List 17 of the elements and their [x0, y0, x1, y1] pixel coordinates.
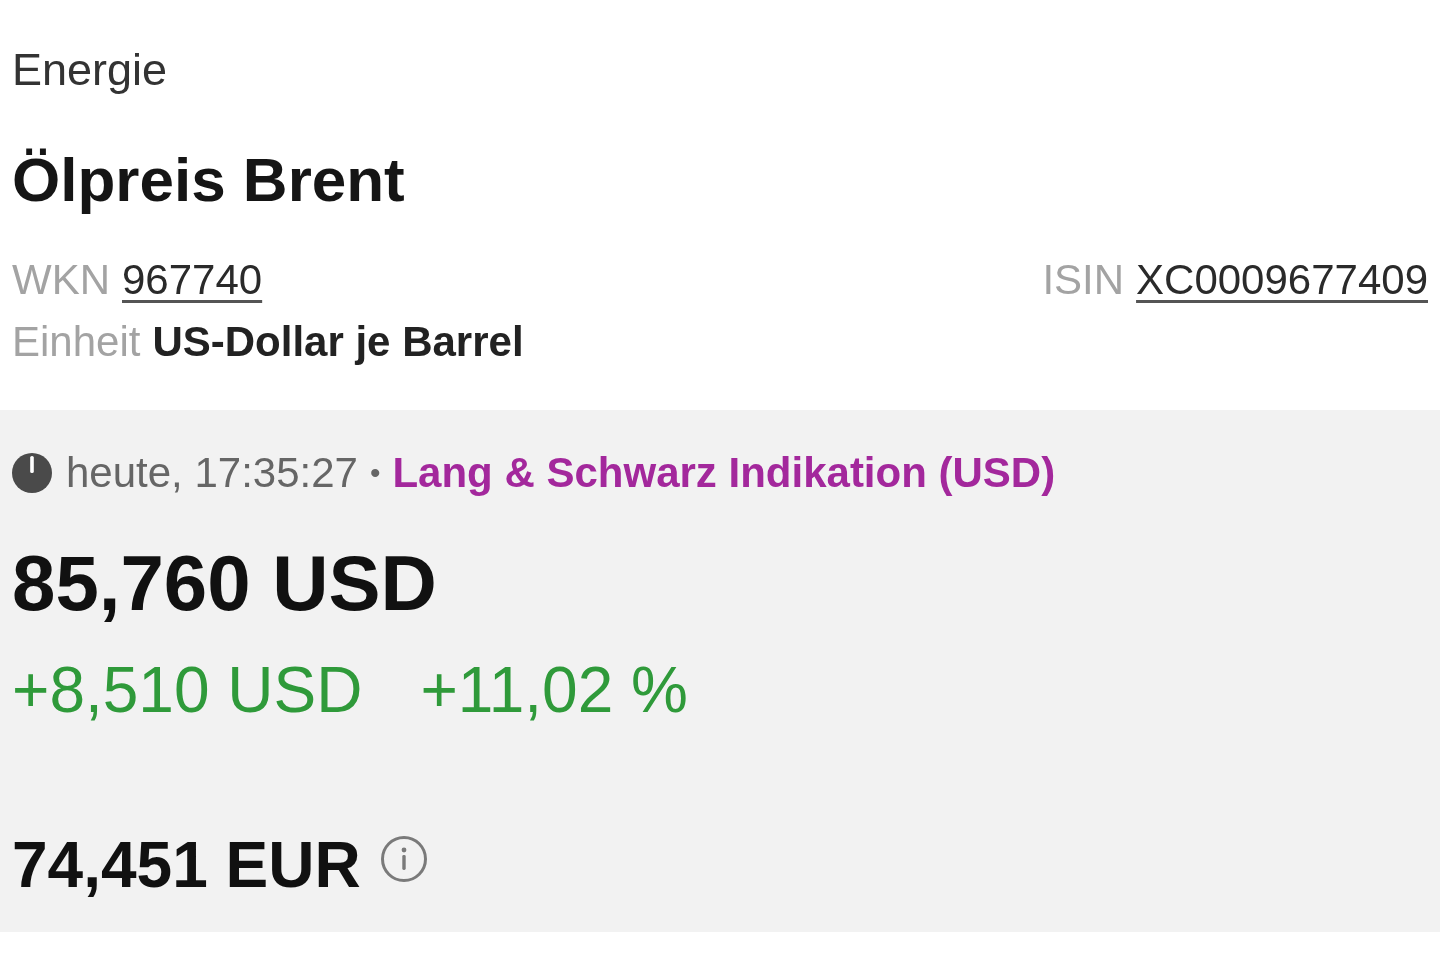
separator-dot: • [369, 455, 381, 491]
quote-time: heute, 17:35:27 [66, 449, 358, 497]
identifier-label: WKN [12, 255, 110, 305]
clock-icon [12, 453, 52, 493]
change-absolute: +8,510 USD [12, 655, 363, 725]
quote-source-link[interactable]: Lang & Schwarz Indikation (USD) [392, 449, 1056, 497]
instrument-title: Ölpreis Brent [12, 148, 405, 212]
identifier-link[interactable]: XC0009677409 [1136, 254, 1428, 306]
price-value: 85,760 USD [12, 543, 437, 623]
category-label: Energie [12, 46, 168, 94]
change-percent: +11,02 % [420, 655, 688, 725]
unit-label: Einheit [12, 317, 141, 367]
converted-price: 74,451 EUR [12, 830, 361, 900]
unit-value: US-Dollar je Barrel [152, 317, 524, 367]
info-icon[interactable] [380, 836, 427, 882]
identifier-label: ISIN [1042, 255, 1125, 305]
identifier-link[interactable]: 967740 [122, 254, 263, 306]
